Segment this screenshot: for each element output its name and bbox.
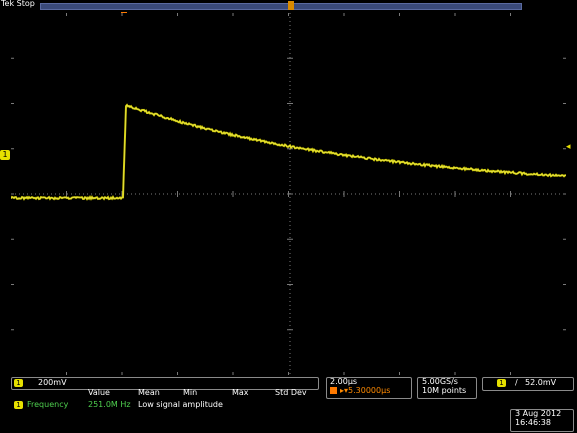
waveform-trace bbox=[11, 105, 566, 199]
trigger-source-badge: 1 bbox=[497, 379, 506, 387]
meas-header-min: Min bbox=[183, 388, 197, 397]
acquisition-readout[interactable]: 5.00GS/s 10M points bbox=[417, 377, 477, 399]
measurement-table[interactable]: Value Mean Min Max Std Dev 1 Frequency 2… bbox=[11, 388, 329, 410]
trigger-level: 52.0mV bbox=[525, 378, 556, 387]
trigger-position-marker-icon[interactable] bbox=[288, 1, 294, 10]
meas-header-std-dev: Std Dev bbox=[275, 388, 307, 397]
trigger-level-arrow-icon[interactable]: ◂ bbox=[566, 142, 571, 152]
meas-note: Low signal amplitude bbox=[138, 400, 223, 409]
record-length: 10M points bbox=[422, 386, 466, 395]
record-view-bar[interactable] bbox=[40, 3, 522, 10]
graticule-svg bbox=[11, 13, 566, 375]
date: 3 Aug 2012 bbox=[515, 409, 561, 418]
time: 16:46:38 bbox=[515, 418, 551, 427]
horizontal-position: ▸▾5.30000µs bbox=[340, 386, 390, 395]
acquisition-status: Tek Stop bbox=[1, 0, 35, 8]
waveform-graticule[interactable] bbox=[11, 13, 566, 375]
sample-rate: 5.00GS/s bbox=[422, 377, 458, 386]
meas-value: 251.0M Hz bbox=[88, 400, 131, 409]
meas-name: Frequency bbox=[27, 400, 68, 409]
meas-header-mean: Mean bbox=[138, 388, 160, 397]
channel-1-ground-marker-icon[interactable]: 1 bbox=[0, 150, 10, 160]
channel-scale: 200mV bbox=[38, 378, 67, 387]
horizontal-trigger-icon bbox=[330, 387, 337, 394]
channel-badge: 1 bbox=[14, 379, 23, 387]
top-status-bar: Tek Stop bbox=[0, 0, 577, 12]
waveform-trace-highlight bbox=[11, 105, 566, 199]
trigger-slope-icon: / bbox=[515, 378, 518, 387]
horizontal-scale: 2.00µs bbox=[330, 377, 357, 386]
meas-header-max: Max bbox=[232, 388, 249, 397]
meas-channel-badge: 1 bbox=[14, 401, 23, 409]
trigger-readout[interactable]: 1 / 52.0mV bbox=[482, 377, 574, 391]
datetime-readout: 3 Aug 2012 16:46:38 bbox=[510, 409, 574, 432]
meas-header-value: Value bbox=[88, 388, 110, 397]
horizontal-readout[interactable]: 2.00µs ▸▾5.30000µs bbox=[326, 377, 412, 399]
